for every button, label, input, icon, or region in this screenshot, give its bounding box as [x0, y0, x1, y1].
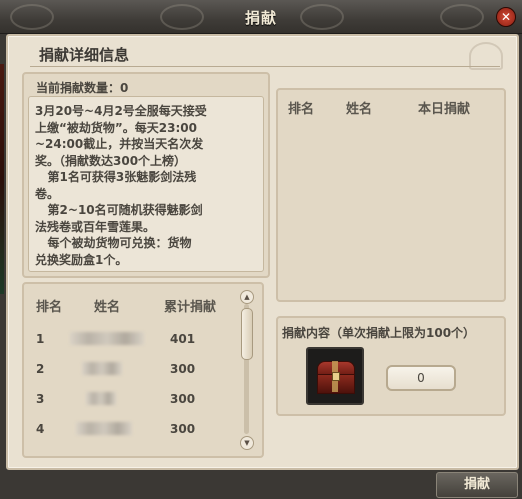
table-row[interactable]: 3 300 — [24, 384, 234, 414]
ranking-scrollbar[interactable]: ▲ ▼ — [240, 290, 254, 450]
background-edge — [0, 64, 4, 294]
section-title: 捐献详细信息 — [39, 46, 130, 64]
total-cell: 300 — [170, 422, 196, 436]
info-box: 当前捐献数量：0 3月20号~4月2号全服每天接受 上缴“被劫货物”。每天23:… — [22, 72, 270, 278]
scroll-down-icon[interactable]: ▼ — [240, 436, 254, 450]
current-donation-label: 当前捐献数量： — [36, 81, 121, 95]
donation-box: 捐献内容（单次捐献上限为100个） 0 — [276, 316, 506, 416]
header-rank: 排名 — [288, 102, 315, 117]
close-icon[interactable]: ✕ — [496, 7, 516, 27]
total-cell: 300 — [170, 392, 196, 406]
main-panel: 捐献详细信息 当前捐献数量：0 3月20号~4月2号全服每天接受 上缴“被劫货物… — [6, 34, 519, 470]
total-cell: 300 — [170, 362, 196, 376]
total-ranking-box: 排名 姓名 累计捐献 1 401 2 300 3 300 4 300 ▲ ▼ — [22, 282, 264, 458]
header-name: 姓名 — [94, 300, 121, 315]
rank-cell: 4 — [36, 422, 45, 436]
scroll-thumb[interactable] — [241, 308, 253, 360]
window-title: 捐献 — [244, 9, 277, 27]
rank-cell: 2 — [36, 362, 45, 376]
today-ranking-box: 排名 姓名 本日捐献 — [276, 88, 506, 302]
scroll-up-icon[interactable]: ▲ — [240, 290, 254, 304]
header-name: 姓名 — [346, 102, 373, 117]
donate-button[interactable]: 捐献 — [436, 472, 518, 498]
event-description: 3月20号~4月2号全服每天接受 上缴“被劫货物”。每天23:00 ~24:00… — [35, 104, 207, 267]
header-total: 累计捐献 — [164, 300, 217, 315]
table-row[interactable]: 1 401 — [24, 324, 234, 354]
total-cell: 401 — [170, 332, 196, 346]
divider — [30, 66, 500, 67]
table-row[interactable]: 4 300 — [24, 414, 234, 444]
donation-content-label: 捐献内容（单次捐献上限为100个） — [282, 326, 476, 340]
donation-window: 捐献 ✕ 捐献详细信息 当前捐献数量：0 3月20号~4月2号全服每天接受 上缴… — [0, 0, 522, 499]
rank-cell: 1 — [36, 332, 45, 346]
header-today: 本日捐献 — [418, 102, 471, 117]
player-name-redacted — [86, 392, 116, 405]
title-bar[interactable]: 捐献 ✕ — [0, 0, 522, 34]
header-rank: 排名 — [36, 300, 63, 315]
rank-cell: 3 — [36, 392, 45, 406]
current-donation-value: 0 — [120, 81, 129, 95]
player-name-redacted — [70, 332, 144, 345]
table-row[interactable]: 2 300 — [24, 354, 234, 384]
player-name-redacted — [76, 422, 132, 435]
current-donation-count: 当前捐献数量：0 — [36, 79, 128, 96]
quantity-input[interactable]: 0 — [386, 365, 456, 391]
player-name-redacted — [82, 362, 122, 375]
treasure-chest-icon[interactable] — [306, 347, 364, 405]
event-description-box: 3月20号~4月2号全服每天接受 上缴“被劫货物”。每天23:00 ~24:00… — [28, 96, 264, 272]
